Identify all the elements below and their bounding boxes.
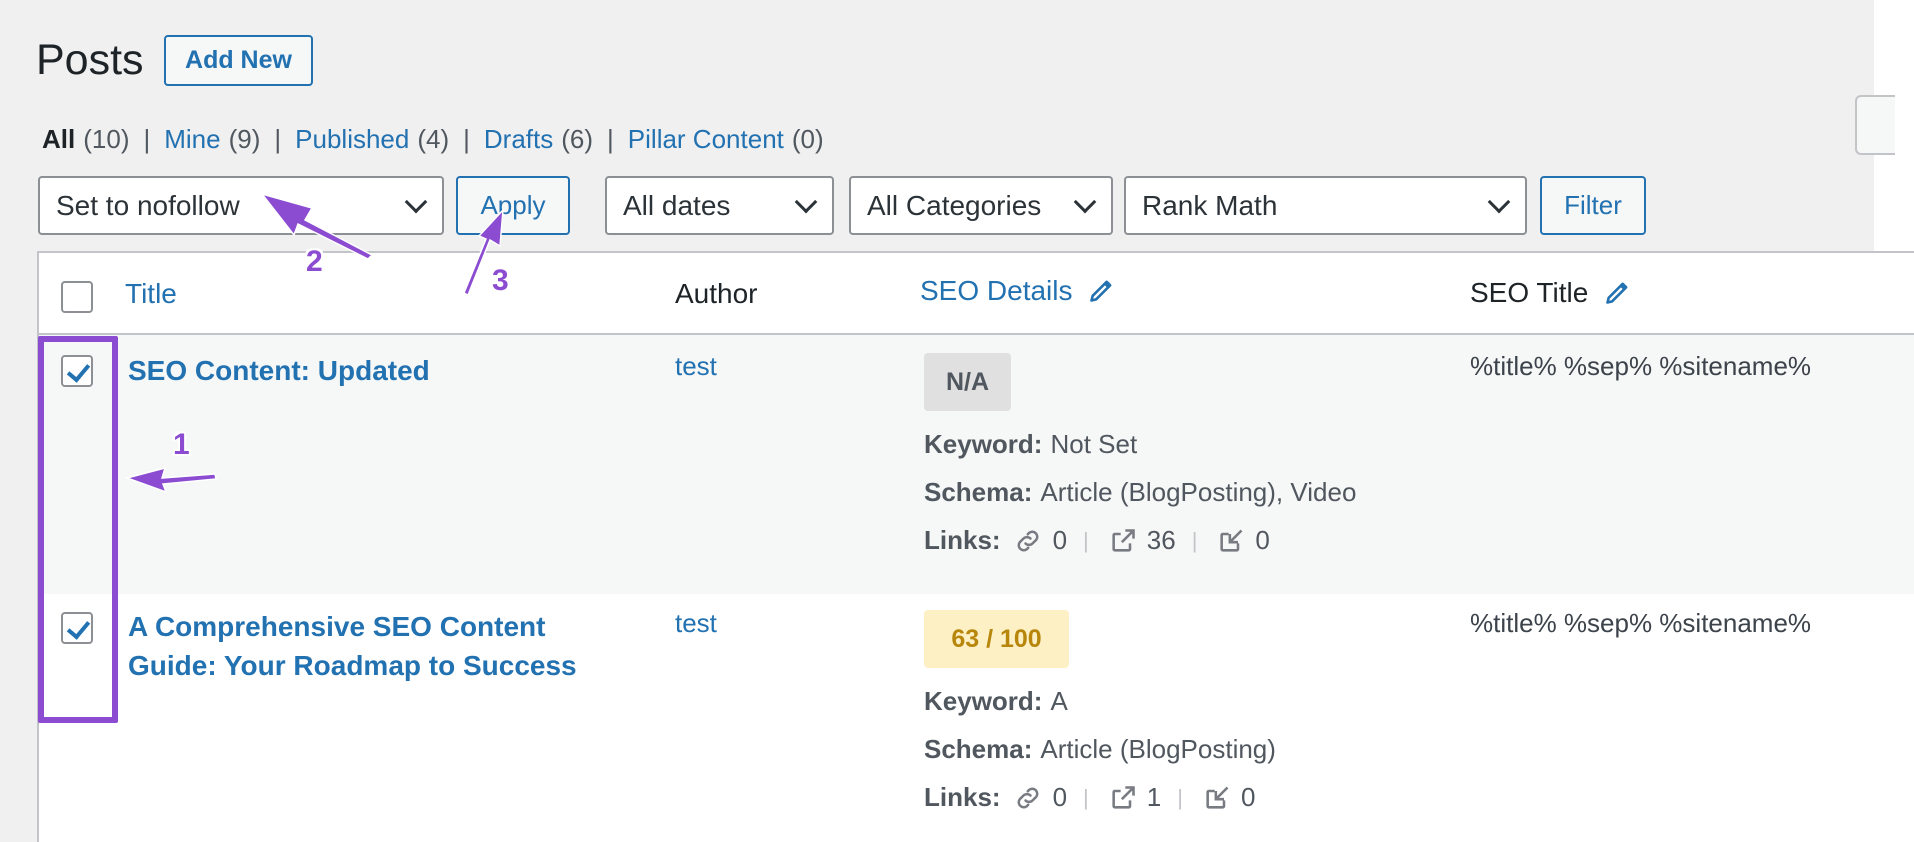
link-icon	[1017, 530, 1039, 551]
table-row: SEO Content: Updated test N/A Keyword: No…	[39, 335, 1914, 594]
posts-table: Title Author SEO Details SEO Title SEO C…	[37, 251, 1914, 842]
view-separator: |	[143, 124, 151, 154]
view-separator: |	[463, 124, 470, 154]
column-seo-title-label: SEO Title	[1470, 277, 1589, 308]
seo-score-badge: 63 / 100	[924, 610, 1069, 668]
link-icon	[1017, 787, 1039, 808]
filter-button[interactable]: Filter	[1540, 176, 1646, 235]
post-status-views: All (10) | Mine (9) | Published (4) | Draft…	[42, 124, 824, 155]
column-author: Author	[675, 278, 758, 309]
apply-button[interactable]: Apply	[456, 176, 570, 235]
table-row: A Comprehensive SEO Content Guide: Your …	[39, 594, 1914, 842]
checkbox-highlight-box	[38, 336, 118, 723]
column-seo-title: SEO Title	[1470, 277, 1632, 309]
incoming-link-icon	[1220, 529, 1243, 552]
category-filter-value: All Categories	[867, 189, 1042, 221]
seo-keyword: Keyword: A	[924, 686, 1068, 716]
view-published[interactable]: Published (4)	[295, 124, 449, 155]
seo-links: Links: 0 | 36 | 0	[924, 525, 1270, 555]
column-seo-details-label: SEO Details	[920, 275, 1073, 306]
annotation-step-1: 1	[173, 428, 190, 461]
chevron-down-icon	[794, 190, 818, 214]
annotation-step-2: 2	[306, 245, 323, 278]
view-mine[interactable]: Mine (9)	[164, 124, 260, 155]
annotation-step-3: 3	[492, 264, 509, 297]
seo-filter-value: Rank Math	[1142, 189, 1278, 221]
external-link-icon	[1112, 785, 1135, 809]
pencil-icon[interactable]	[1088, 276, 1116, 304]
pencil-icon[interactable]	[1604, 278, 1632, 306]
incoming-link-icon	[1206, 786, 1229, 809]
post-title-link[interactable]: A Comprehensive SEO Content Guide: Your …	[128, 607, 577, 685]
chevron-down-icon	[404, 190, 428, 214]
seo-filter-select[interactable]: Rank Math	[1124, 176, 1527, 235]
seo-schema: Schema: Article (BlogPosting), Video	[924, 477, 1357, 507]
chevron-down-icon	[1487, 190, 1511, 214]
category-filter-select[interactable]: All Categories	[849, 176, 1113, 235]
chevron-down-icon	[1073, 190, 1097, 214]
view-all[interactable]: All (10)	[42, 124, 129, 155]
post-title-link[interactable]: SEO Content: Updated	[128, 351, 430, 390]
seo-links: Links: 0 | 1 | 0	[924, 782, 1256, 812]
view-pillar-content[interactable]: Pillar Content (0)	[628, 124, 824, 155]
view-separator: |	[274, 124, 282, 154]
external-link-icon	[1112, 528, 1135, 552]
seo-schema: Schema: Article (BlogPosting)	[924, 734, 1276, 764]
post-author-link[interactable]: test	[675, 608, 717, 639]
post-title-line: Guide: Your Roadmap to Success	[128, 650, 577, 681]
seo-keyword: Keyword: Not Set	[924, 429, 1138, 459]
seo-title-value: %title% %sep% %sitename%	[1470, 351, 1812, 381]
column-seo-details[interactable]: SEO Details	[920, 275, 1116, 307]
page-title: Posts	[36, 36, 144, 84]
view-drafts[interactable]: Drafts (6)	[484, 124, 593, 155]
seo-score-badge: N/A	[924, 353, 1011, 411]
add-new-button[interactable]: Add New	[164, 35, 313, 86]
post-title-line: A Comprehensive SEO Content	[128, 611, 546, 642]
posts-screen: Posts Add New All (10) | Mine (9) | Publis…	[0, 0, 1914, 842]
date-filter-value: All dates	[623, 189, 731, 221]
view-separator: |	[607, 124, 614, 154]
post-author-link[interactable]: test	[675, 351, 717, 382]
screen-options-tab[interactable]	[1855, 95, 1895, 155]
bulk-action-select[interactable]: Set to nofollow	[38, 176, 444, 235]
column-title[interactable]: Title	[125, 278, 177, 310]
seo-title-value: %title% %sep% %sitename%	[1470, 608, 1812, 638]
select-all-checkbox[interactable]	[61, 281, 93, 313]
bulk-action-value: Set to nofollow	[56, 189, 240, 221]
date-filter-select[interactable]: All dates	[605, 176, 834, 235]
